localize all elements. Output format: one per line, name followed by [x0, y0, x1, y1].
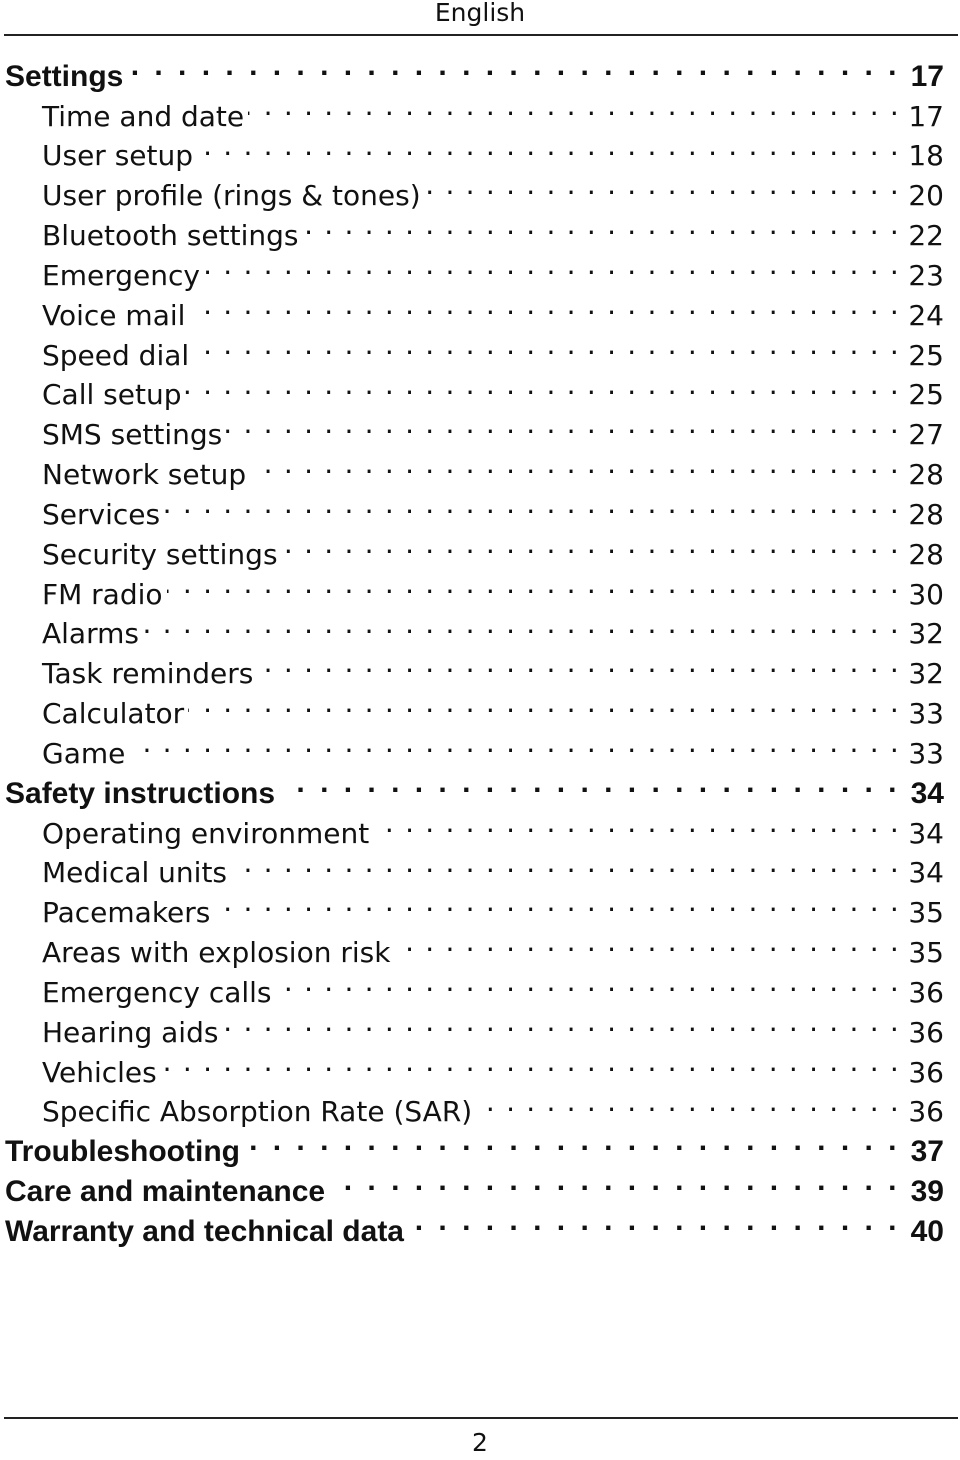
dot-leader — [302, 205, 900, 245]
toc-page-number: 37 — [910, 1135, 944, 1169]
toc-page-number: 34 — [908, 816, 944, 850]
dot-leader — [226, 404, 900, 444]
toc-page-number: 35 — [908, 936, 944, 970]
toc-page-number: 30 — [908, 577, 944, 611]
dot-leader — [248, 86, 900, 126]
toc-page-number: 18 — [908, 139, 944, 173]
toc-page-number: 33 — [908, 697, 944, 731]
dot-leader — [276, 962, 900, 1002]
toc-title: Medical units — [42, 856, 228, 890]
dot-leader — [164, 484, 900, 524]
toc-page-number: 28 — [908, 537, 944, 571]
toc-page-number: 40 — [910, 1214, 944, 1248]
toc-title: Emergency — [42, 258, 200, 292]
toc-entry[interactable]: Time and date17 — [0, 86, 944, 133]
dot-leader — [188, 683, 900, 723]
dot-leader — [185, 365, 900, 405]
toc-page-number: 24 — [908, 298, 944, 332]
dot-leader — [143, 604, 900, 644]
toc-page-number: 23 — [908, 258, 944, 292]
toc-title: Pacemakers — [42, 896, 211, 930]
toc-title: Care and maintenance — [5, 1175, 326, 1209]
toc-page-number: 34 — [908, 856, 944, 890]
toc-page-number: 17 — [910, 59, 944, 93]
toc-page-number: 17 — [908, 99, 944, 133]
dot-leader — [127, 46, 900, 86]
toc-section[interactable]: Settings 17 — [0, 46, 944, 93]
header-rule — [4, 34, 958, 36]
toc-title: Settings — [5, 59, 124, 93]
dot-leader — [129, 723, 900, 763]
toc-section[interactable]: Safety instructions 34 — [0, 763, 944, 810]
dot-leader — [373, 803, 900, 843]
toc-page-number: 25 — [908, 338, 944, 372]
dot-leader — [250, 444, 900, 484]
dot-leader — [214, 882, 900, 922]
toc-entry[interactable]: Game 33 — [0, 723, 944, 770]
toc-title: Services — [42, 497, 161, 531]
toc-page-number: 36 — [908, 1095, 944, 1129]
toc-title: Troubleshooting — [5, 1135, 240, 1169]
page-number: 2 — [472, 1428, 488, 1457]
table-of-contents: Settings17Time and date17User setup18Use… — [0, 46, 944, 1248]
toc-title: Vehicles — [42, 1055, 157, 1089]
dot-leader — [193, 325, 900, 365]
toc-title: Safety instructions — [5, 776, 276, 810]
toc-title: SMS settings — [42, 418, 223, 452]
toc-page-number: 35 — [908, 896, 944, 930]
toc-page-number: 33 — [908, 736, 944, 770]
dot-leader — [204, 245, 900, 285]
dot-leader — [425, 165, 900, 205]
toc-page-number: 27 — [908, 418, 944, 452]
toc-title: Warranty and technical data — [5, 1214, 404, 1248]
footer-rule — [4, 1417, 958, 1419]
toc-title: Game — [42, 736, 126, 770]
dot-leader — [231, 843, 900, 883]
toc-title: Voice mail — [42, 298, 186, 332]
toc-title: Call setup — [42, 378, 182, 412]
toc-title: Alarms — [42, 617, 139, 651]
dot-leader — [197, 126, 900, 166]
toc-page-number: 28 — [908, 497, 944, 531]
dot-leader — [222, 1002, 900, 1042]
dot-leader — [394, 922, 900, 962]
toc-title: User setup — [42, 139, 194, 173]
dot-leader — [476, 1082, 900, 1122]
dot-leader — [408, 1201, 900, 1241]
toc-page-number: 39 — [910, 1175, 944, 1209]
dot-leader — [329, 1161, 900, 1201]
dot-leader — [161, 1042, 900, 1082]
toc-page-number: 32 — [908, 617, 944, 651]
toc-page-number: 20 — [908, 179, 944, 213]
dot-leader — [244, 1121, 900, 1161]
toc-title: Speed dial — [42, 338, 190, 372]
toc-page-number: 36 — [908, 1015, 944, 1049]
dot-leader — [189, 285, 900, 325]
toc-page-number: 22 — [908, 219, 944, 253]
dot-leader — [279, 763, 900, 803]
toc-page-number: 36 — [908, 1055, 944, 1089]
dot-leader — [167, 564, 900, 604]
dot-leader — [257, 643, 900, 683]
toc-page-number: 28 — [908, 458, 944, 492]
dot-leader — [282, 524, 900, 564]
toc-page-number: 36 — [908, 975, 944, 1009]
toc-page-number: 25 — [908, 378, 944, 412]
toc-page-number: 32 — [908, 657, 944, 691]
toc-entry[interactable]: Task reminders32 — [0, 643, 944, 690]
toc-page-number: 34 — [910, 776, 944, 810]
header-language: English — [434, 0, 526, 27]
